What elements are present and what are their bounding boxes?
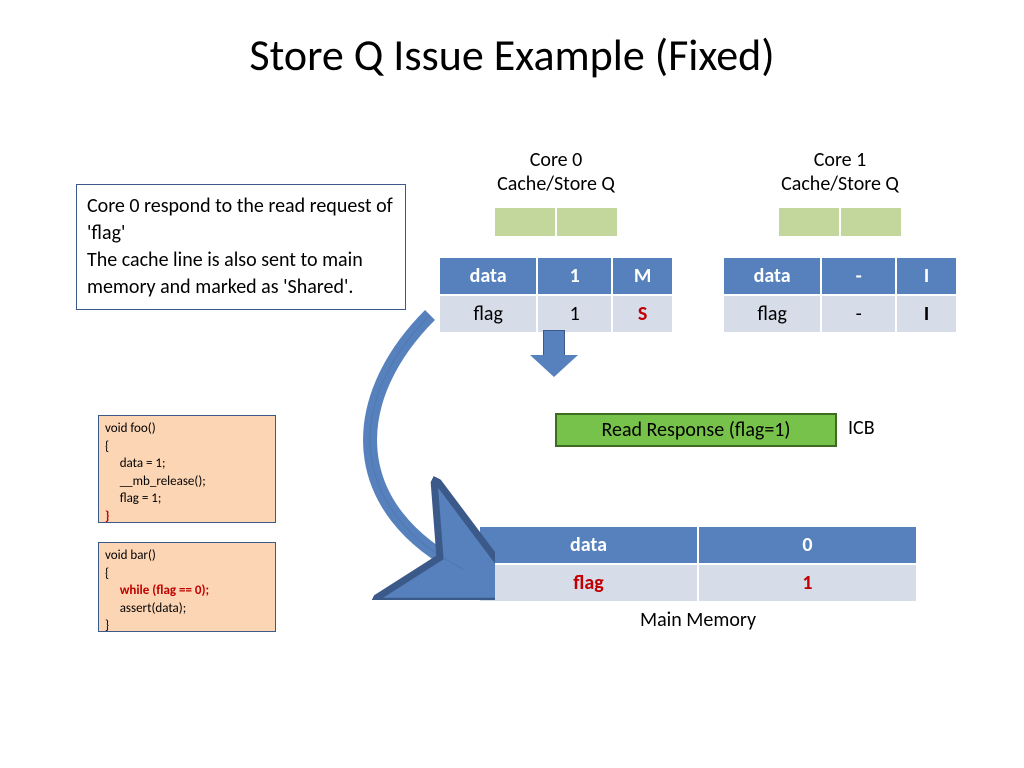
storeq-slot <box>840 207 902 237</box>
storeq-slot <box>778 207 840 237</box>
code-line: } <box>105 508 269 526</box>
code-line: data = 1; <box>105 455 269 473</box>
main-memory-table: data 0 flag 1 <box>478 525 918 603</box>
code-line: } <box>105 617 269 635</box>
code-line: __mb_release(); <box>105 473 269 491</box>
core1-cache-table: data - I flag - I <box>720 254 960 336</box>
core0-cache-table: data 1 M flag 1 S <box>436 254 676 336</box>
main-memory-label: Main Memory <box>478 608 918 632</box>
storeq-slot <box>556 207 618 237</box>
description-box: Core 0 respond to the read request of 'f… <box>76 184 406 310</box>
arrow-down-icon <box>530 330 578 377</box>
code-foo: void foo(){ data = 1; __mb_release(); fl… <box>98 415 276 523</box>
icb-label: ICB <box>848 416 875 440</box>
code-line: { <box>105 565 269 583</box>
code-bar: void bar(){ while (flag == 0); assert(da… <box>98 542 276 632</box>
slide-title: Store Q Issue Example (Fixed) <box>0 28 1024 82</box>
core0-label: Core 0Cache/Store Q <box>436 148 676 196</box>
code-line: { <box>105 438 269 456</box>
code-line: assert(data); <box>105 600 269 618</box>
code-line: void foo() <box>105 420 269 438</box>
code-line: void bar() <box>105 547 269 565</box>
core1-label: Core 1Cache/Store Q <box>720 148 960 196</box>
code-line: flag = 1; <box>105 490 269 508</box>
read-response-box: Read Response (flag=1) <box>555 413 837 447</box>
core0-store-queue <box>493 206 619 238</box>
storeq-slot <box>494 207 556 237</box>
code-line: while (flag == 0); <box>105 582 269 600</box>
core1-store-queue <box>777 206 903 238</box>
curved-arrow-icon <box>355 310 495 600</box>
